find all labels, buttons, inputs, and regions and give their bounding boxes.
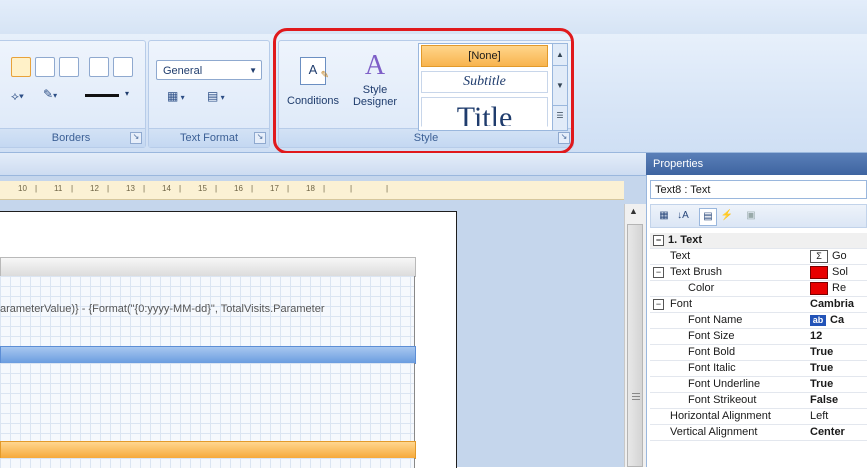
title-band-grid: arameterValue)} - {Format("{0:yyyy-MM-dd… xyxy=(0,276,415,346)
property-value: False xyxy=(810,394,839,406)
format-number-icon[interactable]: ▤ ▾ xyxy=(207,89,245,107)
property-value: True xyxy=(810,378,834,390)
ruler-tick: 18 xyxy=(306,184,315,193)
property-name: Font Bold xyxy=(688,346,736,358)
border-all-button[interactable] xyxy=(11,57,31,77)
borders-group-label: Borders xyxy=(0,128,145,147)
border-style-dropdown[interactable]: ▾ xyxy=(85,87,135,105)
property-value: 12 xyxy=(810,330,823,342)
ruler-tick: 13 xyxy=(126,184,135,193)
properties-title: Properties xyxy=(646,153,867,175)
editor-tabs-bar xyxy=(0,153,646,176)
property-value: Sol xyxy=(832,266,848,278)
ruler-tick: 11 xyxy=(54,184,63,193)
expression-text[interactable]: arameterValue)} - {Format("{0:yyyy-MM-dd… xyxy=(0,301,414,317)
property-row[interactable]: − Font Cambria xyxy=(650,297,867,313)
property-name: 1. Text xyxy=(668,234,703,246)
property-row[interactable]: Font Size 12 xyxy=(650,329,867,345)
property-name: Vertical Alignment xyxy=(670,426,758,438)
data-band-grid xyxy=(0,363,415,441)
ruler-tick: 14 xyxy=(162,184,171,193)
property-name: Font Size xyxy=(688,330,735,342)
property-value: Re xyxy=(832,282,847,294)
footer-band[interactable] xyxy=(0,441,416,459)
text-format-group-label: Text Format xyxy=(149,128,269,147)
ruler-tick: 15 xyxy=(198,184,207,193)
ruler-tick: 10 xyxy=(18,184,27,193)
sigma-icon: Σ xyxy=(810,249,828,263)
property-value: True xyxy=(810,362,834,374)
property-value: Ca xyxy=(830,314,845,326)
fill-color-icon[interactable]: ⟡▾ xyxy=(11,89,37,107)
categorized-icon[interactable]: ▦ xyxy=(656,208,672,224)
format-dropdown[interactable]: General ▼ xyxy=(156,60,262,80)
sort-alpha-icon[interactable]: ↓A xyxy=(675,208,691,224)
text-format-group: General ▼ ▦ ▾ ▤ ▾ Text Format ↘ xyxy=(148,40,270,148)
color-swatch-icon xyxy=(810,265,828,279)
property-row[interactable]: Font Bold True xyxy=(650,345,867,361)
border-left-button[interactable] xyxy=(59,57,79,77)
pen-color-icon[interactable]: ✎▾ xyxy=(43,87,71,105)
chevron-down-icon: ▼ xyxy=(249,66,257,75)
property-row[interactable]: Text Σ Go xyxy=(650,249,867,265)
property-category[interactable]: − 1. Text xyxy=(650,233,867,249)
property-row[interactable]: Horizontal Alignment Left xyxy=(650,409,867,425)
horizontal-ruler: 10 11 12 13 14 15 16 17 18 | | | | | | |… xyxy=(0,181,624,200)
properties-icon[interactable]: ▤ xyxy=(699,208,717,226)
format-value: General xyxy=(163,65,203,77)
data-band-header[interactable] xyxy=(0,346,416,364)
property-name: Text xyxy=(670,250,691,262)
property-name: Font Underline xyxy=(688,378,761,390)
property-row[interactable]: Vertical Alignment Center xyxy=(650,425,867,441)
property-row[interactable]: Font Underline True xyxy=(650,377,867,393)
border-right-button[interactable] xyxy=(113,57,133,77)
format-string-icon[interactable]: ▦ ▾ xyxy=(167,89,201,107)
property-row[interactable]: Color Re xyxy=(650,281,867,297)
property-name: Font xyxy=(670,298,693,310)
properties-toolbar: ▦ ↓A ▤ ⚡ ▣ xyxy=(650,204,867,228)
object-selector[interactable]: Text8 : Text xyxy=(650,180,867,199)
property-value: Go xyxy=(832,250,847,262)
property-name: Font Strikeout xyxy=(688,394,757,406)
property-name: Horizontal Alignment xyxy=(670,410,771,422)
ruler-tick: 17 xyxy=(270,184,279,193)
border-bottom-button[interactable] xyxy=(89,57,109,77)
events-icon[interactable]: ⚡ xyxy=(719,208,735,224)
scroll-thumb[interactable] xyxy=(627,224,643,467)
borders-group: ⟡▾ ✎▾ ▾ Borders ↘ xyxy=(0,40,146,148)
color-swatch-icon xyxy=(810,281,828,295)
property-row[interactable]: Font Name ab Ca xyxy=(650,313,867,329)
highlight-box xyxy=(273,28,574,154)
editor-scrollbar[interactable]: ▲ xyxy=(624,204,647,467)
property-name: Color xyxy=(688,282,715,294)
property-row[interactable]: Font Italic True xyxy=(650,361,867,377)
scroll-up-icon[interactable]: ▲ xyxy=(629,206,638,216)
ruler-tick: 12 xyxy=(90,184,99,193)
property-name: Font Italic xyxy=(688,362,736,374)
collapse-icon[interactable]: − xyxy=(653,299,664,310)
property-row[interactable]: Font Strikeout False xyxy=(650,393,867,409)
property-name: Text Brush xyxy=(670,266,722,278)
collapse-icon[interactable]: − xyxy=(653,267,664,278)
font-name-icon: ab xyxy=(810,314,826,326)
property-name: Font Name xyxy=(688,314,743,326)
property-row[interactable]: − Text Brush Sol xyxy=(650,265,867,281)
property-value: True xyxy=(810,346,834,358)
text-format-launcher-icon[interactable]: ↘ xyxy=(254,132,266,144)
border-outside-button[interactable] xyxy=(35,57,55,77)
property-value: Center xyxy=(810,426,845,438)
property-pages-icon[interactable]: ▣ xyxy=(743,208,759,224)
property-value: Left xyxy=(810,410,829,422)
ruler-tick: 16 xyxy=(234,184,243,193)
property-value: Cambria xyxy=(810,298,855,310)
header-band[interactable] xyxy=(0,257,416,277)
collapse-icon[interactable]: − xyxy=(653,235,664,246)
report-page: arameterValue)} - {Format("{0:yyyy-MM-dd… xyxy=(0,211,457,468)
borders-launcher-icon[interactable]: ↘ xyxy=(130,132,142,144)
